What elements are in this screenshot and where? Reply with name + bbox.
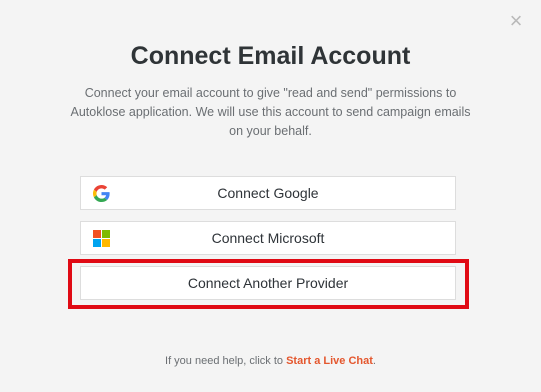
close-icon[interactable]: × xyxy=(507,10,525,32)
connect-microsoft-button[interactable]: Connect Microsoft xyxy=(80,221,456,255)
connect-another-provider-button[interactable]: Connect Another Provider xyxy=(80,266,456,300)
connect-another-provider-label: Connect Another Provider xyxy=(187,275,349,291)
help-suffix: . xyxy=(372,355,376,367)
connect-email-dialog: × Connect Email Account Connect your ema… xyxy=(0,0,541,392)
microsoft-icon xyxy=(93,230,110,247)
google-icon xyxy=(93,185,110,202)
live-chat-link[interactable]: Start a Live Chat xyxy=(286,355,373,367)
dialog-description: Connect your email account to give "read… xyxy=(70,86,471,138)
help-prefix: If you need help, click to xyxy=(165,355,287,367)
connect-google-label: Connect Google xyxy=(217,185,319,201)
dialog-title: Connect Email Account xyxy=(130,42,411,70)
connect-microsoft-label: Connect Microsoft xyxy=(211,230,325,246)
help-text: If you need help, click to Start a Live … xyxy=(0,355,541,367)
connect-google-button[interactable]: Connect Google xyxy=(80,176,456,210)
